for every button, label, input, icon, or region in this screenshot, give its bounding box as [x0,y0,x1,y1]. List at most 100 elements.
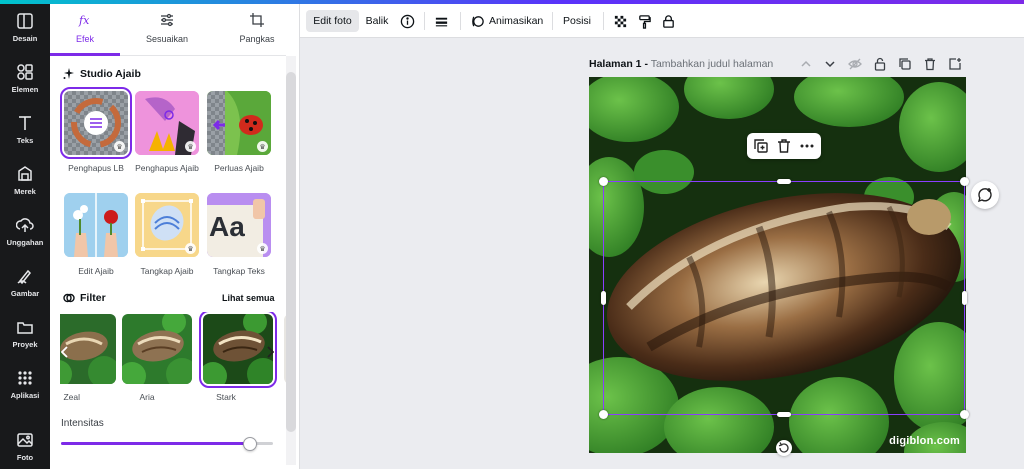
magic-edit-thumbnail [64,193,128,257]
sparkle-icon [63,68,74,79]
page-number: Halaman 1 - [589,58,648,70]
resize-handle-right[interactable] [962,291,967,305]
page-up-button[interactable] [799,57,813,71]
add-comment-button[interactable] [971,181,999,209]
draw-icon [17,269,32,284]
toolbar-separator [424,12,425,30]
intensity-slider-thumb[interactable] [242,437,257,451]
rail-item-text[interactable]: Teks [0,106,50,152]
filter-title: Filter [80,292,106,304]
lock-page-button[interactable] [873,57,887,71]
resize-handle-top-left[interactable] [599,177,608,186]
lock-button[interactable] [658,10,678,32]
line-weight-icon [435,17,447,26]
unlock-icon [874,57,886,71]
tool-caption: Penghapus Ajaib [135,163,199,173]
tool-magic-grab[interactable]: ♛ [135,193,199,257]
filter-circles-icon [63,293,75,303]
folder-icon [17,321,33,334]
transparency-button[interactable] [610,10,630,32]
element-context-menu [747,133,821,159]
tool-bg-remover[interactable]: ♛ [60,87,132,159]
tool-grab-text[interactable]: Aa ♛ [207,193,271,257]
panel-scrollbar[interactable] [286,72,296,432]
filter-aria-thumbnail [122,314,192,384]
tool-caption: Perluas Ajaib [214,163,264,173]
resize-handle-left[interactable] [601,291,606,305]
delete-page-button[interactable] [923,57,937,71]
border-style-button[interactable] [430,10,452,32]
filter-section-header: Filter [63,292,106,304]
top-toolbar: Edit foto Balik Animasikan Posisi [300,4,1024,38]
rotate-handle[interactable] [776,440,792,456]
filter-caption: Aria [139,392,155,402]
delete-element-button[interactable] [776,138,792,154]
flip-button[interactable]: Balik [362,10,392,32]
panel-tabs: fx Efek Sesuaikan Pangkas [50,4,286,56]
tool-magic-edit[interactable] [64,193,128,257]
paint-format-button[interactable] [634,10,654,32]
filter-aria[interactable] [122,314,192,384]
apps-icon [18,370,32,385]
tab-label: Pangkas [239,34,275,44]
page-down-button[interactable] [823,57,837,71]
rail-label: Foto [16,452,34,462]
rail-item-draw[interactable]: Gambar [0,259,50,305]
animate-button[interactable]: Animasikan [466,10,544,32]
duplicate-element-button[interactable] [753,138,769,154]
svg-text:fx: fx [78,14,90,27]
resize-handle-bottom-right[interactable] [960,410,969,419]
chevron-right-icon [267,346,274,358]
premium-crown-icon: ♛ [185,141,196,152]
page-title-placeholder[interactable]: Tambahkan judul halaman [651,58,774,70]
filter-next-button[interactable] [263,342,277,362]
resize-handle-bottom[interactable] [777,412,791,417]
tool-magic-expand[interactable]: ♛ [207,91,271,155]
trash-icon [778,139,790,153]
chevron-down-icon [825,61,835,68]
rail-item-design[interactable]: Desain [0,4,50,50]
edit-photo-button[interactable]: Edit foto [306,10,359,32]
active-tab-indicator [50,53,120,56]
tab-adjust[interactable]: Sesuaikan [132,12,202,52]
effects-panel: fx Efek Sesuaikan Pangkas Studio Ajaib ♛ [50,4,300,469]
layout-icon [17,12,33,29]
rail-item-elements[interactable]: Elemen [0,55,50,101]
comment-plus-icon [977,188,992,203]
tab-effects[interactable]: fx Efek [50,12,120,52]
animate-label: Animasikan [489,15,544,27]
premium-crown-icon: ♛ [257,141,268,152]
hide-page-button[interactable] [848,57,862,71]
trash-icon [925,58,935,71]
info-button[interactable] [397,10,417,32]
position-button[interactable]: Posisi [558,10,596,32]
toolbar-separator [552,12,553,30]
filter-prev-button[interactable] [58,342,72,362]
tool-caption: Tangkap Teks [213,266,265,276]
tool-magic-eraser[interactable]: ♛ [135,91,199,155]
see-all-filters-link[interactable]: Lihat semua [222,293,275,303]
rail-label: Teks [16,135,34,145]
toolbar-separator [603,12,604,30]
filter-caption: Zeal [63,392,80,402]
page-title[interactable]: Halaman 1 - Tambahkan judul halaman [589,58,773,70]
shapes-icon [17,63,33,80]
premium-crown-icon: ♛ [185,243,196,254]
rail-item-photos[interactable]: Foto [0,423,50,469]
rail-item-projects[interactable]: Proyek [0,310,50,356]
rail-label: Merek [14,186,36,196]
rail-item-brand[interactable]: Merek [0,157,50,203]
intensity-label: Intensitas [61,418,104,429]
grab-text-sample: Aa [209,211,245,242]
add-page-button[interactable] [948,57,962,71]
chevron-up-icon [801,60,811,67]
crop-icon [250,13,264,27]
rail-item-uploads[interactable]: Unggahan [0,208,50,254]
tab-crop[interactable]: Pangkas [222,12,292,52]
rail-label: Desain [12,33,38,43]
more-options-button[interactable] [799,138,815,154]
resize-handle-top[interactable] [777,179,791,184]
resize-handle-bottom-left[interactable] [599,410,608,419]
duplicate-page-button[interactable] [898,57,912,71]
resize-handle-top-right[interactable] [960,177,969,186]
